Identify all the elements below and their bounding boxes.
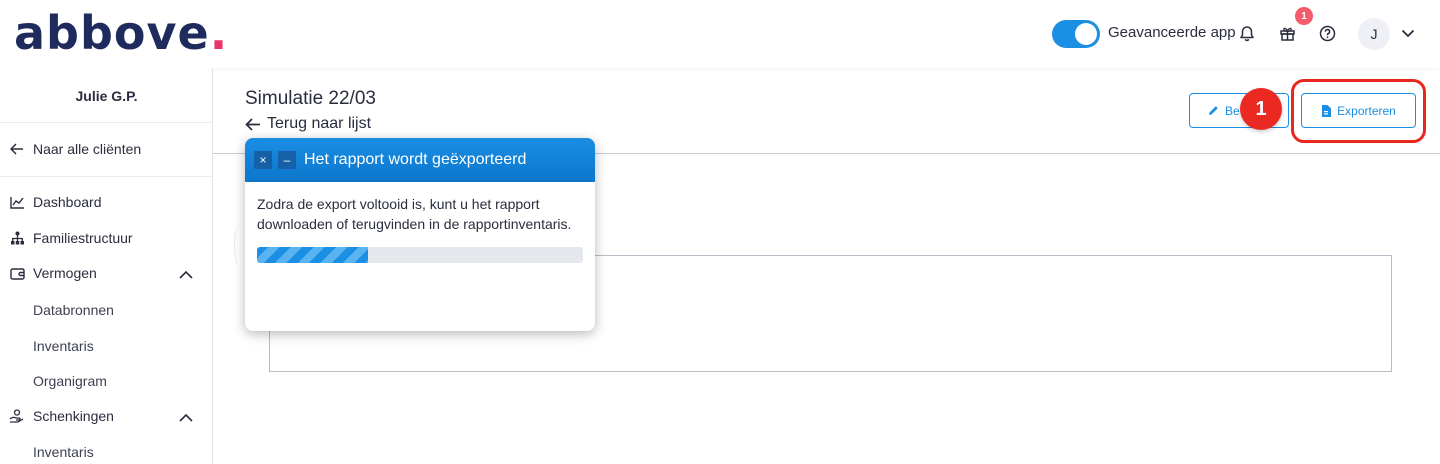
- logo-text: abbove: [14, 6, 210, 60]
- sidebar-item-vermogen[interactable]: Vermogen: [9, 265, 97, 281]
- pencil-icon: [1209, 106, 1218, 115]
- dialog-body: Zodra de export voltooid is, kunt u het …: [245, 182, 595, 263]
- org-chart-icon: [9, 230, 25, 246]
- toggle-knob: [1075, 23, 1097, 45]
- avatar[interactable]: J: [1358, 18, 1390, 50]
- sidebar-divider: [0, 122, 213, 123]
- dialog-title: Het rapport wordt geëxporteerd: [304, 151, 527, 168]
- progress-fill: [257, 247, 368, 263]
- sidebar-subitem-organigram[interactable]: Organigram: [33, 373, 107, 389]
- chevron-up-icon[interactable]: [178, 410, 194, 426]
- export-progress-bar: [257, 247, 583, 263]
- back-to-list-label: Terug naar lijst: [267, 115, 372, 132]
- sidebar-subitem-schenkingen-inventaris[interactable]: Inventaris: [33, 444, 94, 460]
- back-to-list-link[interactable]: Terug naar lijst: [245, 115, 371, 133]
- sidebar-item-label: Dashboard: [33, 194, 102, 210]
- wallet-icon: [9, 265, 25, 281]
- chevron-up-icon[interactable]: [178, 267, 194, 283]
- gift-icon[interactable]: [1276, 22, 1298, 44]
- arrow-left-icon: [9, 141, 25, 157]
- sidebar-subitem-databronnen[interactable]: Databronnen: [33, 302, 114, 318]
- close-button[interactable]: ×: [254, 151, 272, 169]
- logo-dot: .: [209, 6, 229, 60]
- advanced-app-toggle[interactable]: [1052, 20, 1100, 48]
- help-icon[interactable]: [1316, 22, 1338, 44]
- sidebar-item-label: Schenkingen: [33, 408, 114, 424]
- chevron-down-icon[interactable]: [1397, 22, 1419, 44]
- hand-coin-icon: [9, 408, 25, 424]
- top-bar: abbove. Geavanceerde app 1 J: [0, 0, 1440, 68]
- sidebar-item-schenkingen[interactable]: Schenkingen: [9, 408, 114, 424]
- sidebar-subitem-inventaris[interactable]: Inventaris: [33, 338, 94, 354]
- advanced-app-label: Geavanceerde app: [1108, 24, 1236, 41]
- arrow-left-icon: [245, 117, 260, 131]
- sidebar-divider: [0, 176, 213, 177]
- client-name: Julie G.P.: [75, 88, 138, 104]
- sidebar-item-label: Vermogen: [33, 265, 97, 281]
- sidebar-item-label: Familiestructuur: [33, 230, 133, 246]
- export-highlight-ring: [1291, 79, 1426, 143]
- gift-badge: 1: [1295, 7, 1313, 25]
- back-to-clients-label: Naar alle cliënten: [33, 141, 142, 157]
- sidebar-item-dashboard[interactable]: Dashboard: [9, 194, 102, 210]
- dialog-message: Zodra de export voltooid is, kunt u het …: [257, 196, 572, 232]
- sidebar: Julie G.P. Naar alle cliënten Dashboard …: [0, 68, 213, 464]
- back-to-clients-link[interactable]: Naar alle cliënten: [9, 141, 141, 157]
- minimize-button[interactable]: –: [278, 151, 296, 169]
- edit-button-label: Be: [1225, 103, 1240, 118]
- logo[interactable]: abbove.: [14, 6, 228, 60]
- chart-line-icon: [9, 194, 25, 210]
- dialog-header: × – Het rapport wordt geëxporteerd: [245, 138, 595, 182]
- bell-icon[interactable]: [1236, 22, 1258, 44]
- export-dialog: × – Het rapport wordt geëxporteerd Zodra…: [245, 138, 595, 331]
- sidebar-item-familiestructuur[interactable]: Familiestructuur: [9, 230, 133, 246]
- step-marker: 1: [1240, 88, 1282, 130]
- page-title: Simulatie 22/03: [245, 88, 376, 109]
